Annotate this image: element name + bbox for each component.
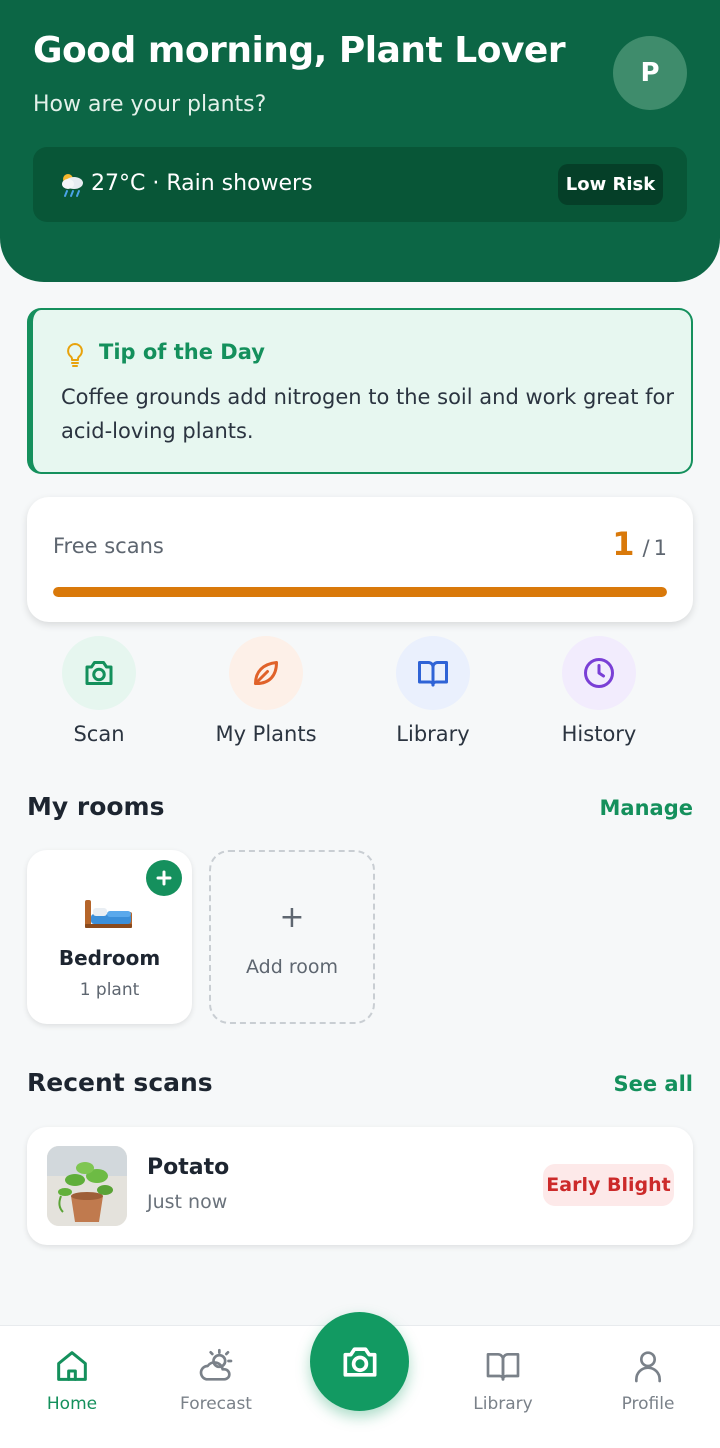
recent-scan-item[interactable]: Potato Just now Early Blight	[27, 1127, 693, 1245]
scan-fab-button[interactable]	[310, 1312, 409, 1411]
diagnosis-badge: Early Blight	[543, 1164, 674, 1206]
nav-label: Forecast	[180, 1394, 252, 1414]
room-plant-count: 1 plant	[79, 980, 140, 1000]
plus-icon: +	[279, 900, 305, 935]
free-scans-progress	[53, 587, 667, 597]
nav-label: Home	[46, 1394, 98, 1414]
camera-icon	[343, 1346, 376, 1377]
person-icon	[635, 1351, 661, 1383]
free-scans-separator: /	[642, 536, 650, 560]
book-icon	[396, 636, 470, 710]
quick-action-label: My Plants	[215, 722, 317, 746]
quick-action-label: Scan	[73, 722, 125, 746]
add-room-label: Add room	[246, 956, 338, 978]
plant-photo	[47, 1146, 127, 1226]
scan-plant-name: Potato	[147, 1155, 230, 1180]
header: Good morning, Plant Lover How are your p…	[0, 0, 720, 282]
weather-icon	[199, 1348, 233, 1381]
manage-rooms-link[interactable]: Manage	[600, 796, 693, 820]
nav-home[interactable]: Home	[17, 1346, 127, 1414]
see-all-link[interactable]: See all	[614, 1072, 694, 1096]
greeting-subtitle: How are your plants?	[33, 92, 267, 117]
recent-scans-title: Recent scans	[27, 1068, 213, 1097]
nav-forecast[interactable]: Forecast	[161, 1346, 271, 1414]
nav-library[interactable]: Library	[448, 1346, 558, 1414]
quick-action-history[interactable]: History	[514, 636, 684, 751]
risk-badge: Low Risk	[558, 164, 663, 205]
scan-timestamp: Just now	[147, 1191, 228, 1213]
nav-profile[interactable]: Profile	[593, 1346, 703, 1414]
lightbulb-icon	[64, 342, 86, 368]
plus-icon	[156, 870, 172, 886]
quick-action-library[interactable]: Library	[348, 636, 518, 751]
free-scans-count: 1 / 1	[612, 525, 667, 563]
book-icon	[486, 1353, 520, 1381]
weather-banner[interactable]: 27°C · Rain showers Low Risk	[33, 147, 687, 222]
quick-action-scan[interactable]: Scan	[14, 636, 184, 751]
tip-title: Tip of the Day	[99, 340, 265, 364]
camera-icon	[62, 636, 136, 710]
add-plant-button[interactable]	[146, 860, 182, 896]
avatar[interactable]: P	[613, 36, 687, 110]
free-scans-used: 1	[612, 525, 635, 563]
quick-action-my-plants[interactable]: My Plants	[181, 636, 351, 751]
room-name: Bedroom	[58, 946, 161, 970]
quick-action-label: Library	[396, 722, 470, 746]
free-scans-total: 1	[653, 536, 667, 560]
leaf-icon	[229, 636, 303, 710]
tip-card: Tip of the Day Coffee grounds add nitrog…	[27, 308, 693, 474]
nav-label: Profile	[621, 1394, 675, 1414]
greeting-title: Good morning, Plant Lover	[33, 30, 566, 71]
home-icon	[57, 1351, 87, 1381]
rain-cloud-icon	[57, 169, 87, 199]
free-scans-label: Free scans	[53, 534, 164, 558]
nav-label: Library	[473, 1394, 533, 1414]
clock-icon	[562, 636, 636, 710]
rooms-section-title: My rooms	[27, 792, 165, 821]
weather-text: 27°C · Rain showers	[91, 171, 313, 196]
quick-action-label: History	[561, 722, 637, 746]
room-card-bedroom[interactable]: Bedroom 1 plant	[27, 850, 192, 1024]
bed-icon	[81, 894, 137, 934]
free-scans-progress-fill	[53, 587, 667, 597]
free-scans-card[interactable]: Free scans 1 / 1	[27, 497, 693, 622]
add-room-button[interactable]: + Add room	[209, 850, 375, 1024]
tip-body: Coffee grounds add nitrogen to the soil …	[61, 385, 675, 443]
